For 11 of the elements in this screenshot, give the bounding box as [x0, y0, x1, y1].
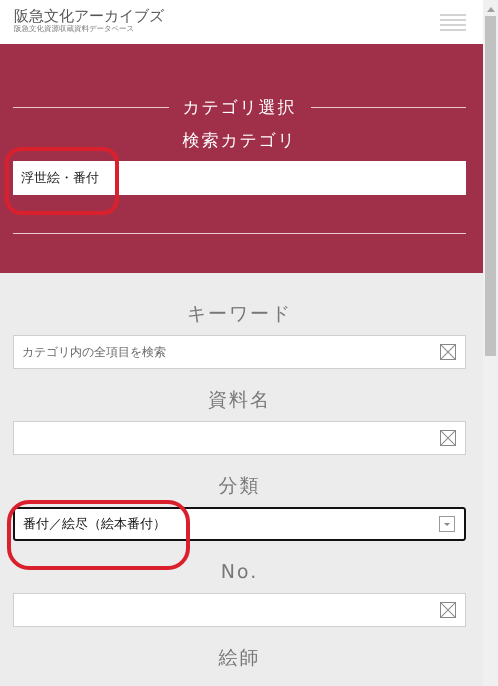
- site-logo[interactable]: 阪急文化アーカイブズ: [14, 7, 174, 25]
- field-label: キーワード: [186, 303, 293, 326]
- select-field[interactable]: 番付／絵尽（絵本番付）: [13, 507, 466, 541]
- field-label: 検索カテゴリ: [182, 130, 298, 152]
- field-label: No.: [220, 561, 260, 584]
- field-label: 分類: [218, 475, 262, 498]
- category-heading: カテゴリ選択: [182, 97, 296, 119]
- field-label: 資料名: [207, 389, 272, 412]
- input-field[interactable]: カテゴリ内の全項目を検索: [13, 335, 466, 369]
- category-field[interactable]: 浮世絵・番付: [13, 161, 466, 195]
- field-label: 絵師: [218, 647, 262, 670]
